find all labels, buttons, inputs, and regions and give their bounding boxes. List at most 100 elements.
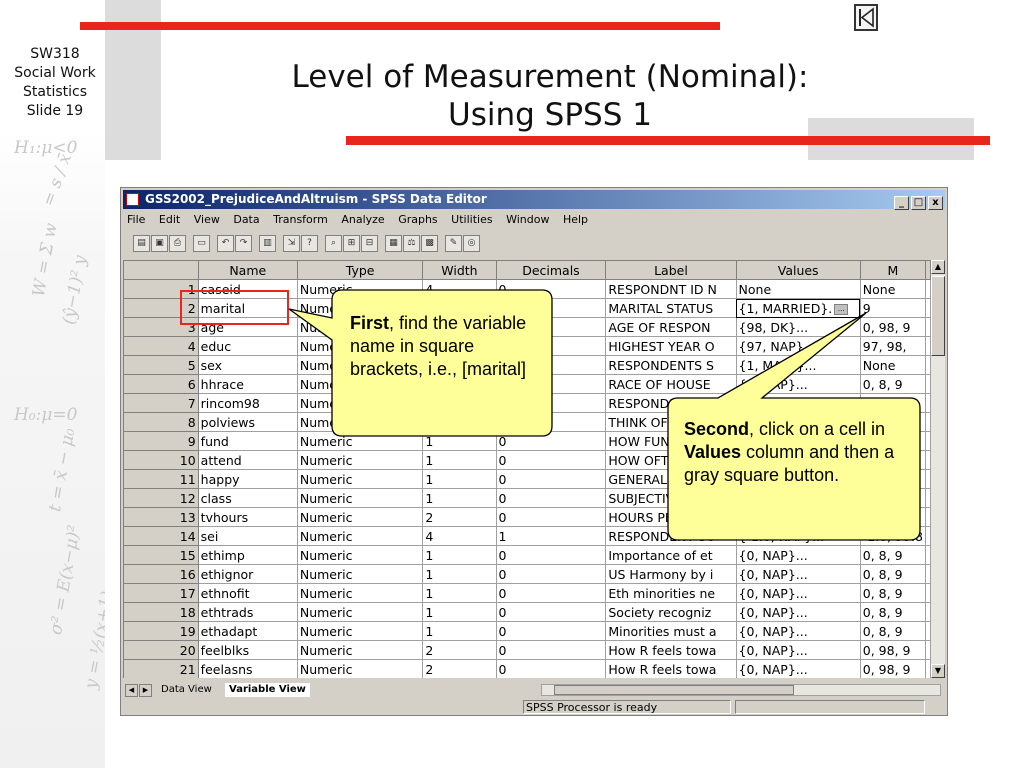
cell-decimals[interactable]: 0 <box>495 431 607 451</box>
row-number[interactable]: 8 <box>123 412 199 432</box>
cell-width[interactable]: 1 <box>422 545 497 565</box>
cell-name[interactable]: feelasns <box>197 659 298 678</box>
table-row[interactable]: 14 sei Numeric 4 1 RESPONDENT SO {-1.0, NAP}..… <box>123 526 931 546</box>
cell-width[interactable]: 4 <box>422 526 497 546</box>
cell-label[interactable]: RESPONDENTS I <box>605 393 737 413</box>
cell-name[interactable]: sei <box>197 526 298 546</box>
cell-missing[interactable]: 0, 8, 9 <box>859 621 927 641</box>
table-row[interactable]: 19 ethadapt Numeric 1 0 Minorities must a {0, … <box>123 621 931 641</box>
menu-edit[interactable]: Edit <box>159 213 180 226</box>
cell-values[interactable]: {0, NAP}... <box>735 564 861 584</box>
tab-prev-icon[interactable]: ◀ <box>125 684 138 697</box>
table-row[interactable]: 21 feelasns Numeric 2 0 How R feels towa {0, N… <box>123 659 931 678</box>
row-number[interactable]: 14 <box>123 526 199 546</box>
cell-values[interactable]: {0, NAP}... <box>735 374 861 394</box>
row-number[interactable]: 4 <box>123 336 199 356</box>
first-slide-button[interactable] <box>854 4 878 31</box>
row-number[interactable]: 5 <box>123 355 199 375</box>
row-number[interactable]: 17 <box>123 583 199 603</box>
cell-label[interactable]: MARITAL STATUS <box>605 298 737 318</box>
cell-name[interactable]: fund <box>197 431 298 451</box>
insert-case-icon[interactable]: ⊞ <box>343 235 360 252</box>
cell-label[interactable]: HOURS PER DAY <box>605 507 737 527</box>
horizontal-scroll-thumb[interactable] <box>554 685 794 695</box>
cell-decimals[interactable]: 0 <box>495 488 607 508</box>
save-icon[interactable]: ▣ <box>151 235 168 252</box>
cell-name[interactable]: tvhours <box>197 507 298 527</box>
dialog-recall-icon[interactable]: ▭ <box>193 235 210 252</box>
cell-values[interactable]: {98, DK}... <box>735 317 861 337</box>
cell-type[interactable]: Numeric <box>296 640 424 660</box>
row-number[interactable]: 13 <box>123 507 199 527</box>
cell-type[interactable]: Numeric <box>296 545 424 565</box>
cell-width[interactable]: 1 <box>422 450 497 470</box>
menu-transform[interactable]: Transform <box>273 213 328 226</box>
cell-width[interactable]: 1 <box>422 621 497 641</box>
cell-name[interactable]: sex <box>197 355 298 375</box>
cell-values[interactable]: {97, NAP}... <box>735 336 861 356</box>
row-number[interactable]: 11 <box>123 469 199 489</box>
value-labels-button[interactable]: … <box>834 303 849 315</box>
cell-values[interactable]: {-1, NAP}... <box>735 507 861 527</box>
cell-missing[interactable]: 0, 8, 9 <box>859 583 927 603</box>
cell-width[interactable]: 4 <box>422 279 497 299</box>
menu-data[interactable]: Data <box>233 213 259 226</box>
cell-decimals[interactable]: 0 <box>495 412 607 432</box>
goto-chart-icon[interactable]: ▥ <box>259 235 276 252</box>
cell-decimals[interactable]: 1 <box>495 526 607 546</box>
cell-values[interactable]: {0, NAP}... <box>735 659 861 678</box>
cell-values[interactable]: {0, NAP}... <box>735 621 861 641</box>
cell-type[interactable]: Numeric <box>296 564 424 584</box>
goto-case-icon[interactable]: ⇲ <box>283 235 300 252</box>
cell-width[interactable]: 2 <box>422 640 497 660</box>
row-number-header[interactable] <box>123 260 199 280</box>
cell-missing[interactable]: None <box>859 279 927 299</box>
cell-values[interactable]: {0, NAP}... <box>735 488 861 508</box>
menu-analyze[interactable]: Analyze <box>341 213 384 226</box>
cell-decimals[interactable]: 0 <box>495 621 607 641</box>
insert-variable-icon[interactable]: ⊟ <box>361 235 378 252</box>
weight-cases-icon[interactable]: ⚖ <box>403 235 420 252</box>
maximize-button[interactable]: □ <box>911 196 926 210</box>
cell-missing[interactable]: -1.0, 99.8 <box>859 526 927 546</box>
cell-type[interactable]: Numeric <box>296 507 424 527</box>
select-cases-icon[interactable]: ▩ <box>421 235 438 252</box>
redo-icon[interactable]: ↷ <box>235 235 252 252</box>
cell-decimals[interactable]: 0 <box>495 279 607 299</box>
menu-file[interactable]: File <box>127 213 145 226</box>
cell-label[interactable]: Minorities must a <box>605 621 737 641</box>
cell-label[interactable]: RESPONDENTS S <box>605 355 737 375</box>
cell-values[interactable]: {-1.0, NAP}... <box>735 526 861 546</box>
cell-width[interactable]: 1 <box>422 602 497 622</box>
tab-next-icon[interactable]: ▶ <box>139 684 152 697</box>
cell-missing[interactable]: 9 <box>859 298 927 318</box>
row-number[interactable]: 20 <box>123 640 199 660</box>
cell-decimals[interactable]: 0 <box>495 564 607 584</box>
cell-type[interactable]: Numeric <box>296 488 424 508</box>
row-number[interactable]: 12 <box>123 488 199 508</box>
cell-width[interactable]: 1 <box>422 488 497 508</box>
cell-decimals[interactable]: 0 <box>495 507 607 527</box>
cell-width[interactable]: 2 <box>422 507 497 527</box>
cell-label[interactable]: How R feels towa <box>605 640 737 660</box>
row-number[interactable]: 18 <box>123 602 199 622</box>
table-row[interactable]: 12 class Numeric 1 0 SUBJECTIVE CL {0, NAP}...… <box>123 488 931 508</box>
menu-graphs[interactable]: Graphs <box>398 213 437 226</box>
cell-label[interactable]: AGE OF RESPON <box>605 317 737 337</box>
cell-type[interactable]: Numeric <box>296 659 424 678</box>
column-header-decimals[interactable]: Decimals <box>495 260 607 280</box>
minimize-button[interactable]: _ <box>894 196 909 210</box>
cell-label[interactable]: Eth minorities ne <box>605 583 737 603</box>
cell-name[interactable]: ethtrads <box>197 602 298 622</box>
cell-decimals[interactable]: 0 <box>495 450 607 470</box>
cell-missing[interactable]: 0, 8, 9 <box>859 488 927 508</box>
cell-decimals[interactable]: 0 <box>495 659 607 678</box>
cell-decimals[interactable]: 0 <box>495 545 607 565</box>
cell-width[interactable]: 1 <box>422 412 497 432</box>
cell-name[interactable]: hhrace <box>197 374 298 394</box>
cell-name[interactable]: rincom98 <box>197 393 298 413</box>
table-row[interactable]: 17 ethnofit Numeric 1 0 Eth minorities ne {0, … <box>123 583 931 603</box>
cell-type[interactable]: Numeric <box>296 279 424 299</box>
cell-name[interactable]: ethnofit <box>197 583 298 603</box>
cell-label[interactable]: Importance of et <box>605 545 737 565</box>
